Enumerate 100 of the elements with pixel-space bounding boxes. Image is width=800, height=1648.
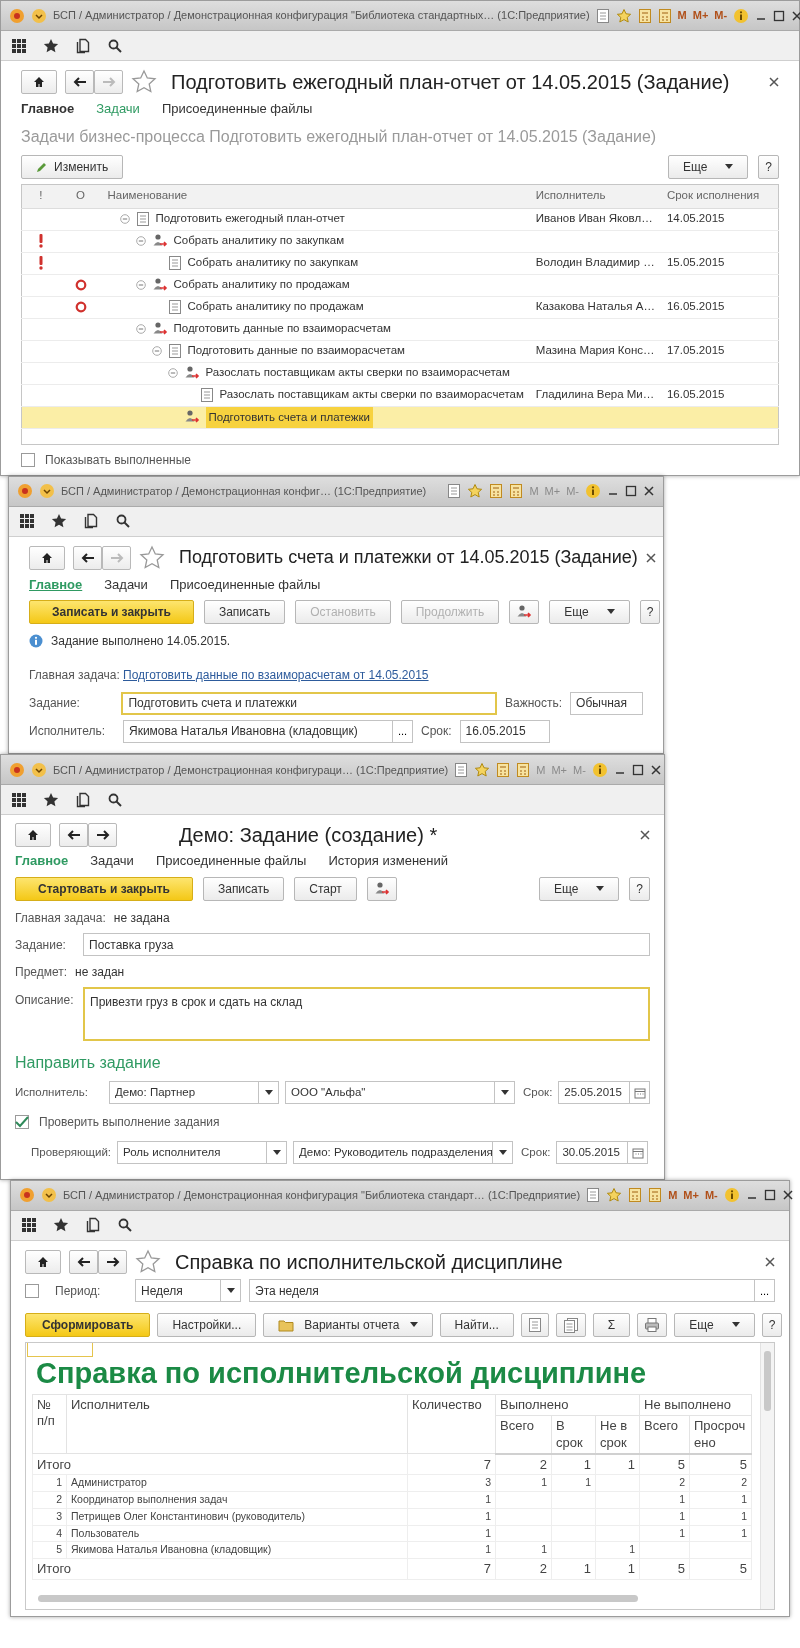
ellipsis-button[interactable]: ... [755,1279,775,1303]
history-icon[interactable] [83,513,99,530]
period-type-field[interactable]: Неделя [135,1279,221,1303]
apps-grid-icon[interactable] [11,37,27,54]
vertical-scrollbar[interactable] [760,1342,774,1609]
maximize-icon[interactable] [631,763,644,776]
maximize-icon[interactable] [625,485,637,498]
star-icon[interactable] [135,1248,161,1275]
star-icon[interactable] [467,483,484,500]
tab[interactable]: Присоединенные файлы [161,99,313,119]
task-name[interactable]: Собрать аналитику по продажам [187,298,364,316]
type-field[interactable]: Демо: Партнер [109,1081,259,1105]
star-icon[interactable] [43,791,59,808]
search-icon[interactable] [115,513,131,530]
tab[interactable]: Задачи [104,574,148,595]
close-icon[interactable] [791,9,800,22]
task-name[interactable]: Разослать поставщикам акты сверки по взаиморасчетам [219,386,524,404]
tab[interactable]: Главное [29,574,83,595]
document-icon[interactable] [454,761,469,778]
tab[interactable]: Главное [21,99,75,119]
maximize-icon[interactable] [763,1189,776,1202]
dropdown-button[interactable] [221,1279,241,1303]
help-button[interactable]: ? [629,876,650,901]
calendar-button[interactable] [628,1141,649,1165]
tab[interactable]: Задачи [96,99,140,119]
maximize-icon[interactable] [773,9,786,22]
home-button[interactable] [29,545,65,570]
more-button[interactable]: Еще [549,600,630,625]
info-icon[interactable] [591,761,608,778]
task-field[interactable]: Поставка груза [83,933,650,957]
document-icon[interactable] [595,7,610,24]
toolbar-button[interactable]: Σ [592,1312,631,1337]
star-icon[interactable] [139,544,165,571]
tab[interactable]: Главное [15,851,69,871]
history-icon[interactable] [75,37,91,54]
task-name[interactable]: Подготовить ежегодный план-отчет [155,210,345,228]
apps-grid-icon[interactable] [21,1217,37,1234]
search-icon[interactable] [107,37,123,54]
back-button[interactable] [65,70,94,94]
checkbox[interactable] [25,1283,39,1298]
type-field[interactable]: Роль исполнителя [117,1141,268,1165]
checkbox[interactable] [15,1114,29,1129]
home-button[interactable] [25,1249,61,1274]
search-icon[interactable] [107,791,123,808]
period-field[interactable]: Эта неделя [249,1279,755,1303]
toolbar-button[interactable]: Настройки... [157,1312,257,1337]
close-icon[interactable] [649,763,662,776]
tab[interactable]: Присоединенные файлы [155,851,307,871]
history-icon[interactable] [85,1217,101,1234]
tab[interactable]: История изменений [328,851,448,871]
toolbar-button[interactable]: Записать [202,876,285,901]
ellipsis-button[interactable]: ... [393,719,413,743]
memory-button[interactable]: M- [714,7,728,24]
more-button[interactable]: Еще [667,154,749,179]
dropdown-button[interactable] [259,1081,279,1105]
dropdown-icon[interactable] [41,1187,57,1204]
executor-field[interactable]: Якимова Наталья Ивановна (кладовщик) [123,719,393,743]
star-icon[interactable] [43,37,59,54]
checkbox[interactable] [21,452,35,467]
help-button[interactable]: ? [758,154,779,179]
task-name[interactable]: Подготовить данные по взаиморасчетам [173,320,391,338]
star-icon[interactable] [474,761,491,778]
star-icon[interactable] [131,69,157,95]
history-icon[interactable] [75,791,91,808]
task-name[interactable]: Подготовить данные по взаиморасчетам [187,342,405,360]
date-field[interactable]: 30.05.2015 [556,1141,629,1165]
importance-field[interactable]: Обычная [570,691,643,715]
task-name[interactable]: Подготовить счета и платежки [205,406,373,428]
calendar-button[interactable] [630,1081,651,1105]
memory-button[interactable]: M [677,7,687,24]
toolbar-button[interactable]: Сформировать [25,1312,151,1337]
close-icon[interactable] [781,1189,794,1202]
close-icon[interactable] [640,830,650,841]
date-field[interactable]: 25.05.2015 [558,1081,631,1105]
forward-button[interactable] [88,823,117,848]
dropdown-icon[interactable] [31,7,47,24]
document-icon[interactable] [586,1187,601,1204]
dropdown-button[interactable] [267,1141,288,1165]
more-button[interactable]: Еще [538,876,620,901]
logo-icon[interactable] [9,761,25,778]
home-button[interactable] [21,70,57,94]
star-icon[interactable] [51,513,67,530]
date-field[interactable]: 16.05.2015 [459,719,550,743]
memory-button[interactable]: M [668,1187,678,1204]
back-button[interactable] [59,823,88,848]
document-button[interactable] [520,1312,549,1337]
dropdown-icon[interactable] [39,483,55,500]
info-icon[interactable] [723,1187,740,1204]
toolbar-button[interactable]: Записать [203,600,286,625]
tab[interactable]: Задачи [90,851,134,871]
help-button[interactable]: ? [761,1312,783,1337]
info-icon[interactable] [585,483,601,500]
home-button[interactable] [15,823,51,848]
task-name[interactable]: Собрать аналитику по продажам [173,276,350,294]
close-icon[interactable] [645,552,656,563]
main-task-link[interactable]: Подготовить данные по взаиморасчетам от 14.05.2015 [123,666,429,685]
route-button[interactable] [366,876,397,901]
star-icon[interactable] [615,7,632,24]
route-button[interactable] [509,600,540,625]
logo-icon[interactable] [19,1187,35,1204]
